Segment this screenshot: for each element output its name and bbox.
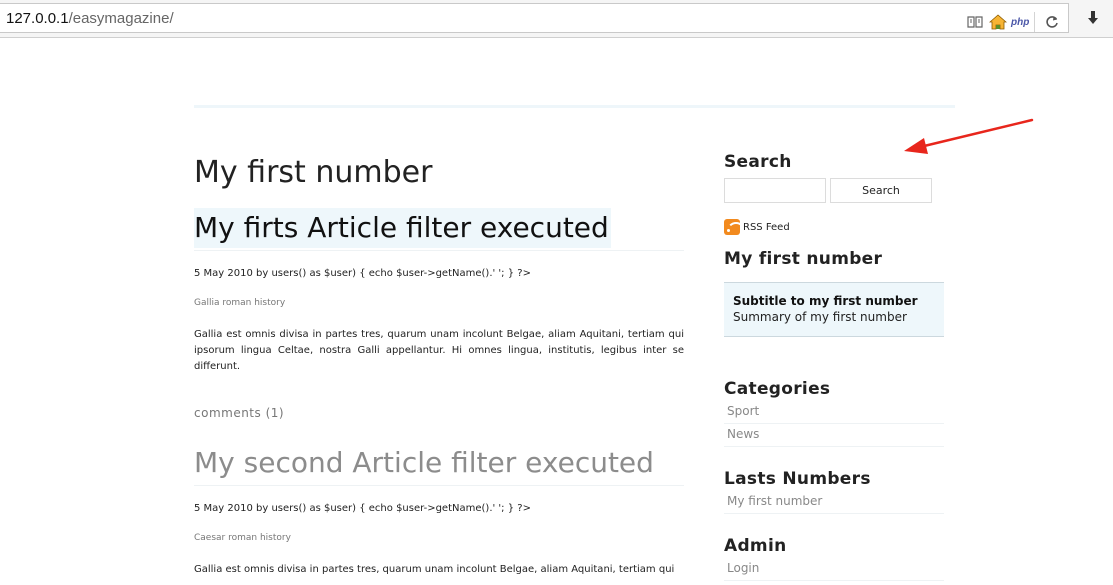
number-link[interactable]: My first number: [724, 491, 944, 514]
numbers-heading: Lasts Numbers: [724, 469, 871, 489]
category-link[interactable]: News: [724, 424, 944, 447]
article-body: Gallia est omnis divisa in partes tres, …: [194, 564, 675, 575]
numbers-section: Lasts Numbers My first number: [724, 467, 944, 514]
main-content: My first number My firts Article filter …: [194, 150, 684, 578]
admin-list: Login: [724, 558, 944, 581]
article-title[interactable]: My firts Article filter executed: [194, 208, 684, 251]
page-title: My first number: [194, 155, 433, 190]
article-category[interactable]: Caesar roman history: [194, 532, 684, 544]
article-title-text[interactable]: My second Article filter executed: [194, 443, 656, 483]
article: My second Article filter executed 5 May …: [194, 443, 684, 578]
article: My firts Article filter executed 5 May 2…: [194, 208, 684, 421]
admin-section: Admin Login: [724, 534, 944, 581]
rss-label[interactable]: RSS Feed: [743, 222, 790, 233]
home-icon[interactable]: [989, 13, 1007, 31]
search-button[interactable]: Search: [830, 178, 932, 203]
issue-summary-box: Subtitle to my first number Summary of m…: [724, 282, 944, 337]
categories-heading: Categories: [724, 379, 831, 399]
header-divider: [194, 105, 955, 108]
url-path: /easymagazine/: [68, 10, 174, 27]
category-link[interactable]: Sport: [724, 401, 944, 424]
login-link[interactable]: Login: [724, 558, 944, 581]
sidebar: Search Search RSS Feed My first number S…: [724, 150, 944, 581]
url-host: 127.0.0.1: [6, 10, 69, 27]
search-form: Search: [724, 178, 944, 203]
article-body: Gallia est omnis divisa in partes tres, …: [194, 329, 684, 372]
article-meta: 5 May 2010 by users() as $user) { echo $…: [194, 503, 531, 514]
article-title-text[interactable]: My firts Article filter executed: [194, 208, 611, 248]
reload-icon[interactable]: [1045, 13, 1059, 31]
article-title[interactable]: My second Article filter executed: [194, 443, 684, 486]
admin-heading: Admin: [724, 536, 787, 556]
reader-view-icon[interactable]: [967, 13, 983, 31]
address-text[interactable]: 127.0.0.1/easymagazine/: [6, 10, 174, 27]
article-meta: 5 May 2010 by users() as $user) { echo $…: [194, 268, 531, 279]
download-icon[interactable]: [1085, 9, 1101, 27]
issue-summary: Summary of my first number: [733, 310, 907, 324]
address-bar[interactable]: 127.0.0.1/easymagazine/ php: [0, 3, 1069, 33]
categories-section: Categories Sport News: [724, 377, 944, 447]
rss-feed-link[interactable]: RSS Feed: [724, 219, 944, 235]
article-category[interactable]: Gallia roman history: [194, 297, 684, 309]
browser-toolbar: 127.0.0.1/easymagazine/ php: [0, 0, 1113, 38]
annotation-arrow-icon: [904, 118, 1034, 154]
toolbar-separator: [1034, 12, 1035, 32]
numbers-list: My first number: [724, 491, 944, 514]
categories-list: Sport News: [724, 401, 944, 447]
comments-link[interactable]: comments (1): [194, 405, 684, 421]
php-icon[interactable]: php: [1011, 13, 1029, 31]
rss-icon[interactable]: [724, 219, 740, 235]
search-input[interactable]: [724, 178, 826, 203]
issue-heading: My first number: [724, 249, 883, 269]
issue-subtitle: Subtitle to my first number: [733, 294, 918, 308]
